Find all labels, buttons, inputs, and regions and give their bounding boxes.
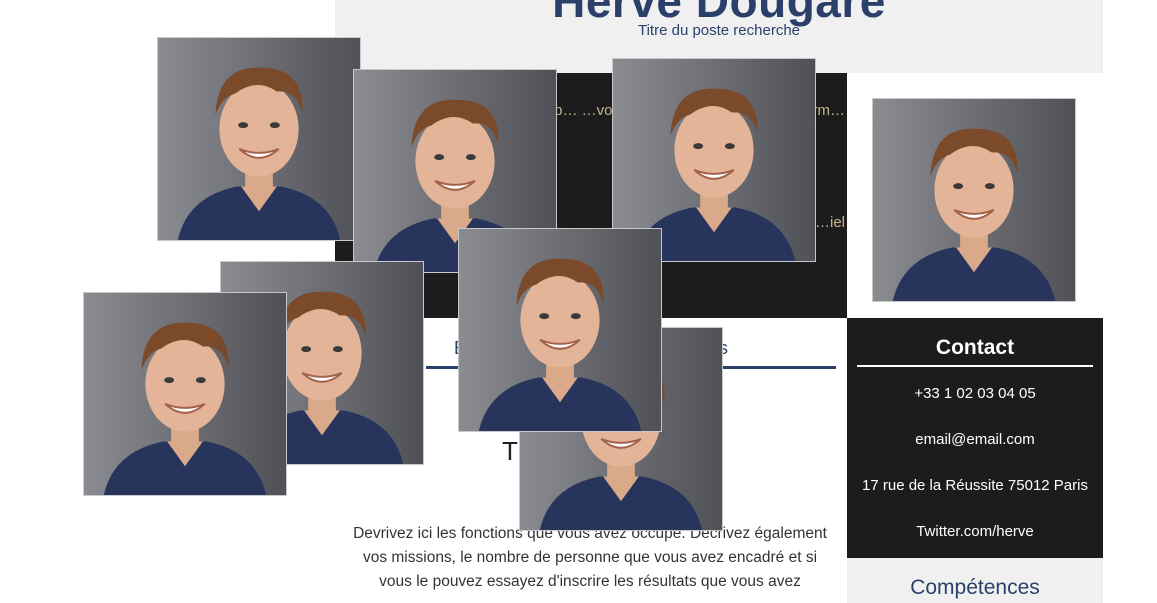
portrait-photo — [157, 37, 361, 241]
contact-divider — [857, 365, 1093, 367]
contact-address: 17 rue de la Réussite 75012 Paris — [862, 477, 1088, 494]
contact-phone[interactable]: +33 1 02 03 04 05 — [847, 385, 1103, 402]
portrait-photo — [458, 228, 662, 432]
experience-title: T — [502, 436, 518, 466]
contact-title: Contact — [935, 336, 1015, 359]
skills-title: Compétences — [910, 576, 1040, 599]
experience-description: Devrivez ici les fonctions que vous avez… — [353, 525, 827, 590]
contact-email[interactable]: email@email.com — [847, 431, 1103, 448]
portrait-photo — [83, 292, 287, 496]
profile-photo — [872, 98, 1076, 302]
skills-section: Compétences — [847, 558, 1103, 603]
contact-panel: Contact +33 1 02 03 04 05 email@email.co… — [847, 318, 1103, 558]
contact-twitter[interactable]: Twitter.com/herve — [847, 523, 1103, 540]
job-title: Titre du poste recherché — [637, 22, 801, 39]
